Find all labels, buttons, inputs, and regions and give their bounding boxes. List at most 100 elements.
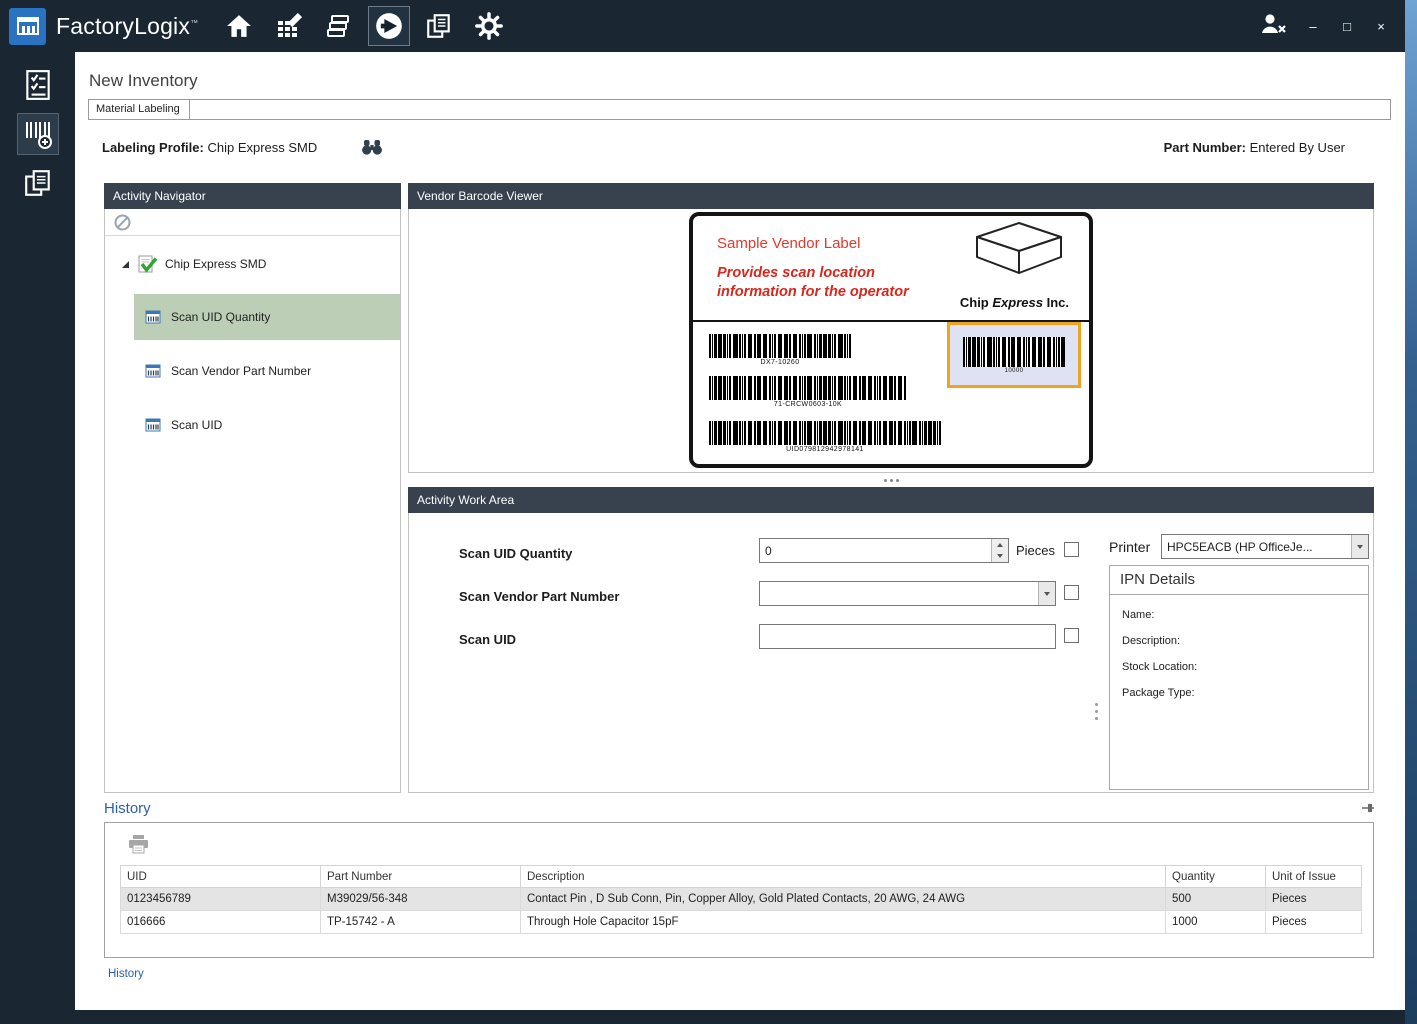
printer-value: HPC5EACB (HP OfficeJe...: [1162, 535, 1351, 558]
printer-select[interactable]: HPC5EACB (HP OfficeJe...: [1161, 534, 1369, 559]
tree-item-label: Scan UID Quantity: [171, 310, 270, 324]
sample-vendor-label: Sample Vendor Label Provides scan locati…: [689, 212, 1093, 468]
traveler-checklist-icon[interactable]: [17, 64, 59, 106]
scan-uid-quantity-checkbox[interactable]: [1064, 542, 1079, 557]
activity-work-area-body: Scan UID Quantity Pieces Scan Vendor Par…: [408, 513, 1374, 793]
scan-uid-input[interactable]: [759, 624, 1056, 649]
highlighted-quantity-barcode: 10000: [947, 322, 1081, 388]
scan-uid-checkbox[interactable]: [1064, 628, 1079, 643]
close-button[interactable]: ×: [1371, 19, 1391, 34]
table-row[interactable]: 0123456789 M39029/56-348 Contact Pin , D…: [121, 888, 1362, 911]
minimize-button[interactable]: –: [1303, 19, 1323, 34]
barcode-stripes: [709, 334, 851, 358]
trademark: ™: [190, 18, 198, 27]
history-box: UID Part Number Description Quantity Uni…: [104, 822, 1374, 958]
activity-tree: Chip Express SMD Scan UID Quantity: [105, 236, 400, 792]
chevron-down-icon[interactable]: [1038, 582, 1055, 605]
tree-expand-icon[interactable]: [121, 260, 130, 269]
vendor-barcode-viewer-body: Sample Vendor Label Provides scan locati…: [408, 209, 1374, 473]
col-unit-of-issue[interactable]: Unit of Issue: [1266, 866, 1362, 888]
history-section: History: [104, 796, 1374, 980]
combo-value: [760, 582, 1038, 605]
scan-activity-icon: [145, 363, 162, 379]
cell-uid: 0123456789: [121, 888, 321, 911]
print-icon[interactable]: [128, 835, 149, 854]
sample-label-heading: Sample Vendor Label: [717, 235, 860, 252]
barcode-stripes: [709, 421, 941, 445]
cell-description: Through Hole Capacitor 15pF: [521, 911, 1166, 934]
settings-gear-icon[interactable]: [468, 6, 510, 46]
sample-label-note: Provides scan location information for t…: [717, 264, 952, 302]
documents-icon[interactable]: [418, 6, 460, 46]
labeling-profile-value: Chip Express SMD: [207, 140, 317, 155]
stepper-down-button[interactable]: [992, 551, 1008, 563]
col-uid[interactable]: UID: [121, 866, 321, 888]
scan-vendor-part-number-label: Scan Vendor Part Number: [459, 589, 619, 604]
scan-vendor-part-number-checkbox[interactable]: [1064, 585, 1079, 600]
stepper-up-button[interactable]: [992, 539, 1008, 551]
history-footer-link[interactable]: History: [108, 968, 144, 980]
titlebar-right: – □ ×: [1259, 12, 1405, 41]
materials-icon[interactable]: [318, 6, 360, 46]
col-part-number[interactable]: Part Number: [321, 866, 521, 888]
binoculars-search-icon[interactable]: [361, 139, 383, 155]
tree-item-scan-uid-quantity[interactable]: Scan UID Quantity: [134, 294, 400, 340]
col-quantity[interactable]: Quantity: [1166, 866, 1266, 888]
scan-vendor-part-number-combo[interactable]: [759, 581, 1056, 606]
horizontal-splitter[interactable]: [408, 473, 1374, 487]
barcode-stripes: [963, 337, 1065, 367]
right-column: Vendor Barcode Viewer Sample Vendor Labe…: [408, 183, 1374, 793]
table-row[interactable]: 016666 TP-15742 - A Through Hole Capacit…: [121, 911, 1362, 934]
user-logout-icon[interactable]: [1259, 12, 1289, 41]
cell-part-number: M39029/56-348: [321, 888, 521, 911]
pin-icon[interactable]: [1361, 802, 1374, 814]
printer-label: Printer: [1109, 539, 1150, 555]
chevron-down-icon[interactable]: [1351, 535, 1368, 558]
scan-uid-quantity-input[interactable]: [759, 538, 1009, 563]
cancel-activity-icon[interactable]: [114, 214, 131, 231]
maximize-button[interactable]: □: [1337, 19, 1357, 34]
tree-item-scan-vendor-part-number[interactable]: Scan Vendor Part Number: [134, 348, 400, 394]
cell-part-number: TP-15742 - A: [321, 911, 521, 934]
engineering-forms-icon[interactable]: [268, 6, 310, 46]
pieces-suffix: Pieces: [1016, 543, 1055, 558]
copy-labels-icon[interactable]: [17, 162, 59, 204]
barcode-code: 71-CRCW0603-10K: [709, 401, 907, 408]
activity-navigator-body: Chip Express SMD Scan UID Quantity: [104, 209, 401, 793]
ipn-description-label: Description:: [1110, 635, 1368, 647]
barcode-code: 10000: [1005, 368, 1024, 374]
scan-uid-label: Scan UID: [459, 632, 516, 647]
barcode-crcw: 71-CRCW0603-10K: [709, 376, 907, 408]
history-title: History: [104, 800, 151, 817]
col-description[interactable]: Description: [521, 866, 1166, 888]
chip-package-drawing: [973, 220, 1065, 285]
barcode-uid: UID079812942978141: [709, 421, 941, 453]
titlebar: FactoryLogix™: [0, 0, 1405, 52]
vertical-splitter[interactable]: [1095, 703, 1098, 720]
stepper-buttons: [991, 539, 1008, 562]
ipn-stock-location-label: Stock Location:: [1110, 661, 1368, 673]
part-number-value: Entered By User: [1250, 140, 1345, 155]
titlebar-nav: [218, 6, 510, 46]
main-content: New Inventory Material Labeling Labeling…: [75, 52, 1405, 1010]
tab-material-labeling[interactable]: Material Labeling: [89, 100, 190, 119]
ipn-details-box: IPN Details Name: Description: Stock Loc…: [1109, 565, 1369, 790]
navigator-toolbar: [105, 209, 400, 236]
cell-description: Contact Pin , D Sub Conn, Pin, Copper Al…: [521, 888, 1166, 911]
home-icon[interactable]: [218, 6, 260, 46]
barcode-dx7: DX7-10260: [709, 334, 851, 366]
cell-unit: Pieces: [1266, 911, 1362, 934]
vendor-barcode-viewer-header: Vendor Barcode Viewer: [408, 183, 1374, 209]
cell-quantity: 500: [1166, 888, 1266, 911]
vendor-company-name: Chip Express Inc.: [960, 295, 1069, 310]
tree-item-scan-uid[interactable]: Scan UID: [134, 402, 400, 448]
scan-uid-quantity-label: Scan UID Quantity: [459, 546, 572, 561]
new-inventory-barcode-icon[interactable]: [17, 113, 59, 155]
activity-navigator-header: Activity Navigator: [104, 183, 401, 209]
ipn-package-type-label: Package Type:: [1110, 687, 1368, 699]
cell-uid: 016666: [121, 911, 321, 934]
tree-root-chip-express-smd[interactable]: Chip Express SMD: [105, 248, 400, 280]
scan-uid-quantity-stepper: [759, 538, 1009, 563]
production-icon[interactable]: [368, 6, 410, 46]
cell-unit: Pieces: [1266, 888, 1362, 911]
